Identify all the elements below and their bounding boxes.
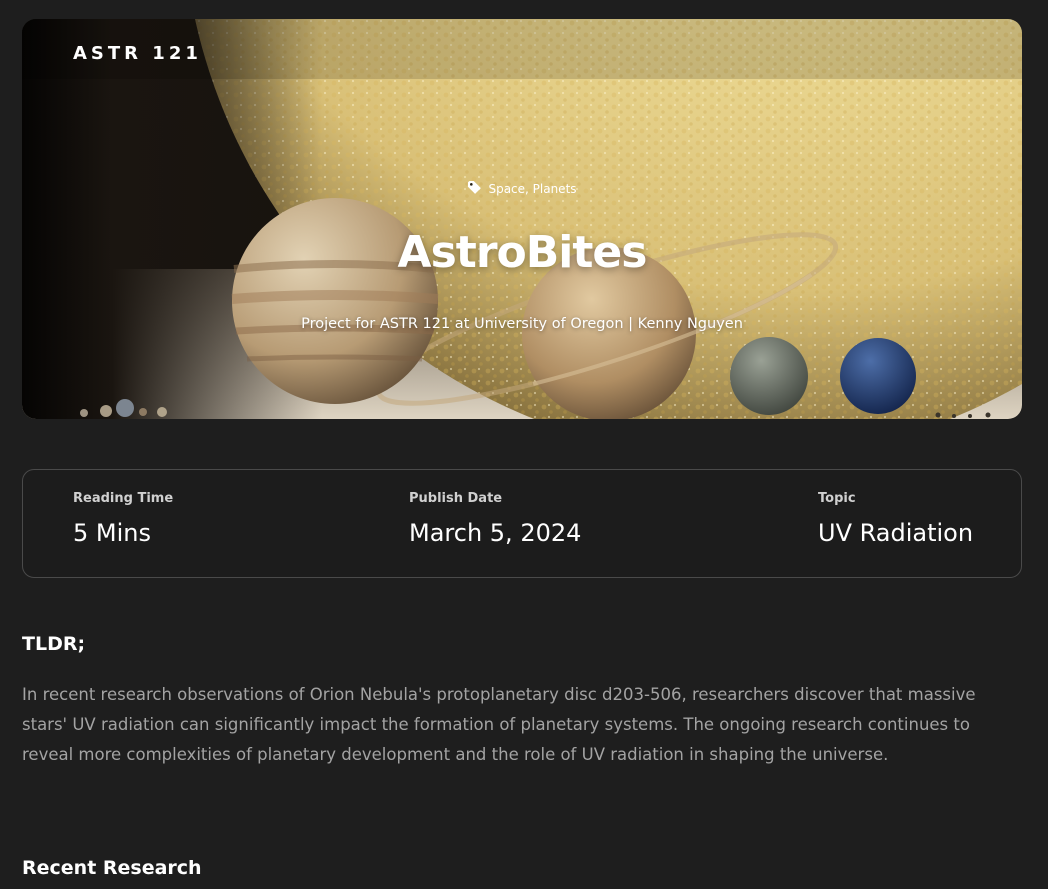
topic: Topic UV Radiation <box>818 491 973 547</box>
hero-banner: ASTR 121 Space, Planets AstroBites Proje… <box>22 19 1022 419</box>
tags-text[interactable]: Space, Planets <box>488 182 576 196</box>
page-subtitle: Project for ASTR 121 at University of Or… <box>301 316 743 332</box>
reading-time-value: 5 Mins <box>73 519 151 547</box>
reading-time: Reading Time 5 Mins <box>73 491 173 547</box>
tldr-heading: TLDR; <box>22 633 86 655</box>
topic-value: UV Radiation <box>818 519 974 547</box>
tldr-body: In recent research observations of Orion… <box>22 685 976 764</box>
post-tags: Space, Planets <box>22 180 1022 198</box>
tag-icon <box>467 180 482 198</box>
recent-research-heading: Recent Research <box>22 857 202 879</box>
publish-date-label: Publish Date <box>409 491 503 506</box>
solar-system-image <box>22 19 1022 419</box>
page-title: AstroBites <box>397 227 648 278</box>
page: ASTR 121 Space, Planets AstroBites Proje… <box>0 0 1048 889</box>
topic-label: Topic <box>818 491 856 506</box>
brand-logo[interactable]: ASTR 121 <box>73 43 202 64</box>
article-meta-card: Reading Time 5 Mins Publish Date March 5… <box>22 469 1022 578</box>
reading-time-label: Reading Time <box>73 491 174 506</box>
publish-date: Publish Date March 5, 2024 <box>409 491 581 547</box>
publish-date-value: March 5, 2024 <box>409 519 582 547</box>
